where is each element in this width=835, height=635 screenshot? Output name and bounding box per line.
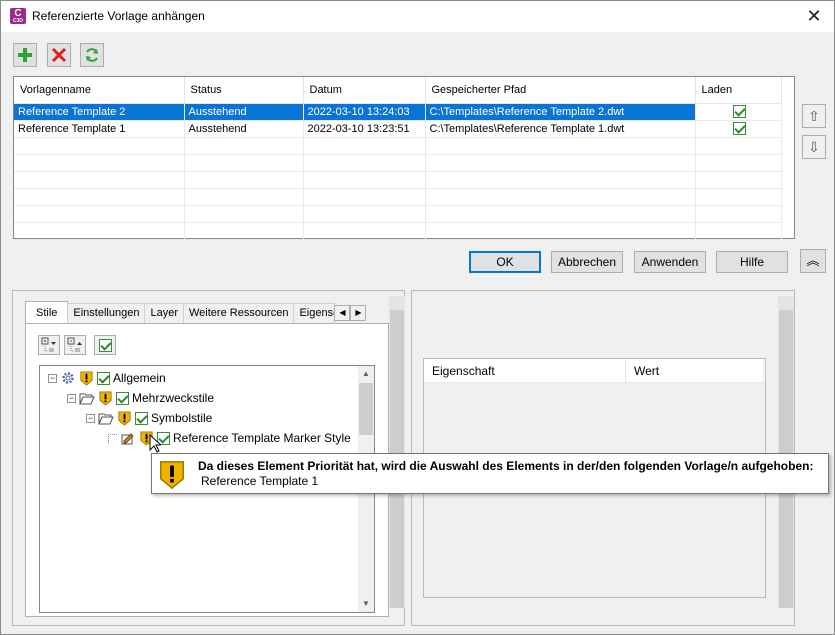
warning-icon (118, 410, 131, 426)
dialog-window: C C3D Referenzierte Vorlage anhängen ✕ Vo… (0, 0, 835, 635)
tree-node-allgemein[interactable]: − Allgemein (48, 369, 169, 387)
move-down-button[interactable]: ⇩ (802, 135, 826, 159)
gear-icon (62, 372, 74, 384)
help-button[interactable]: Hilfe (716, 251, 788, 273)
right-panel-scrollbar[interactable] (778, 296, 794, 608)
table-row-empty (14, 171, 782, 189)
tree-node-symbolstile[interactable]: − Symbolstile (86, 409, 215, 427)
tree-node-label: Reference Template Marker Style (173, 431, 351, 445)
remove-template-button[interactable] (47, 43, 71, 67)
column-header-path[interactable]: Gespeicherter Pfad (425, 77, 696, 104)
column-header-eigenschaft[interactable]: Eigenschaft (424, 359, 626, 382)
left-panel-scrollbar[interactable] (389, 296, 405, 608)
marker-style-icon (121, 433, 134, 445)
column-header-wert[interactable]: Wert (626, 359, 764, 382)
tooltip-message: Da dieses Element Priorität hat, wird di… (198, 459, 814, 473)
column-header-load[interactable]: Laden (695, 77, 782, 104)
tab-scroll-left[interactable]: ◀ (334, 305, 351, 321)
warning-icon (99, 390, 112, 406)
table-row-empty (14, 137, 782, 155)
cancel-button[interactable]: Abbrechen (551, 251, 623, 273)
load-checkbox[interactable] (733, 105, 746, 118)
cell-load (695, 103, 782, 121)
cell-name: Reference Template 1 (14, 120, 185, 138)
move-up-button[interactable]: ⇧ (802, 104, 826, 128)
cell-status: Ausstehend (184, 103, 304, 121)
refresh-icon (86, 48, 98, 62)
refresh-button[interactable] (80, 43, 104, 67)
column-header-date[interactable]: Datum (303, 77, 426, 104)
ok-button[interactable]: OK (469, 251, 541, 273)
cell-date: 2022-03-10 13:24:03 (303, 103, 426, 121)
table-row-empty (14, 188, 782, 206)
templates-table: Vorlagenname Status Datum Gespeicherter … (13, 76, 795, 240)
warning-icon (80, 370, 93, 386)
warning-icon (160, 461, 184, 490)
red-x-icon (51, 47, 67, 63)
close-button[interactable]: ✕ (802, 5, 826, 27)
mouse-cursor-icon (149, 434, 161, 453)
tab-eigenschaften[interactable]: Eigenscha (293, 303, 336, 323)
load-checkbox[interactable] (733, 122, 746, 135)
cell-date: 2022-03-10 13:23:51 (303, 120, 426, 138)
expand-all-button[interactable] (38, 335, 60, 355)
folder-open-icon (79, 393, 95, 405)
cell-path: C:\Templates\Reference Template 2.dwt (425, 103, 696, 121)
tooltip-template-name: Reference Template 1 (201, 474, 319, 488)
folder-open-icon (98, 413, 114, 425)
tree-node-label: Allgemein (113, 371, 166, 385)
scroll-thumb[interactable] (359, 383, 373, 435)
cell-load (695, 120, 782, 138)
title-bar: C C3D Referenzierte Vorlage anhängen ✕ (1, 1, 834, 32)
tab-einstellungen[interactable]: Einstellungen (67, 303, 146, 323)
priority-tooltip: Da dieses Element Priorität hat, wird di… (151, 453, 829, 494)
column-header-status[interactable]: Status (184, 77, 304, 104)
checkbox-icon (98, 338, 112, 352)
check-all-button[interactable] (94, 335, 116, 355)
node-checkbox[interactable] (97, 371, 110, 385)
tab-weitere-ressourcen[interactable]: Weitere Ressourcen (183, 303, 295, 323)
app-icon: C C3D (10, 8, 26, 24)
tree-connector (108, 433, 117, 443)
tree-node-label: Mehrzweckstile (132, 391, 215, 405)
node-checkbox[interactable] (135, 411, 148, 425)
table-row-empty (14, 222, 782, 240)
window-title: Referenzierte Vorlage anhängen (32, 9, 205, 23)
tree-node-label: Symbolstile (151, 411, 213, 425)
table-row-empty (14, 205, 782, 223)
tree-node-marker-style[interactable]: Reference Template Marker Style (108, 429, 354, 447)
add-template-button[interactable] (13, 43, 37, 67)
table-row[interactable]: Reference Template 1 Ausstehend 2022-03-… (14, 120, 782, 138)
expand-tree-icon (41, 337, 56, 352)
node-checkbox[interactable] (116, 391, 129, 405)
tree-node-mehrzweckstile[interactable]: − Mehrzweckstile (67, 389, 217, 407)
collapse-button[interactable]: ︽ (800, 249, 826, 273)
properties-header: Eigenschaft Wert (424, 359, 765, 383)
column-header-name[interactable]: Vorlagenname (14, 77, 185, 104)
expander-icon[interactable]: − (86, 413, 95, 423)
table-row[interactable]: Reference Template 2 Ausstehend 2022-03-… (14, 103, 782, 121)
cell-status: Ausstehend (184, 120, 304, 138)
cell-name: Reference Template 2 (14, 103, 185, 121)
collapse-tree-icon (67, 337, 82, 352)
table-row-empty (14, 154, 782, 172)
plus-icon (18, 48, 32, 62)
collapse-all-button[interactable] (64, 335, 86, 355)
tab-strip: Stile Einstellungen Layer Weitere Ressou… (25, 301, 367, 323)
cell-path: C:\Templates\Reference Template 1.dwt (425, 120, 696, 138)
scroll-up-arrow[interactable]: ▲ (358, 366, 374, 382)
scroll-down-arrow[interactable]: ▼ (358, 596, 374, 612)
expander-icon[interactable]: − (48, 373, 57, 383)
apply-button[interactable]: Anwenden (634, 251, 706, 273)
tab-layer[interactable]: Layer (144, 303, 184, 323)
tab-scroll-right[interactable]: ▶ (350, 305, 367, 321)
tab-stile[interactable]: Stile (25, 301, 69, 323)
expander-icon[interactable]: − (67, 393, 76, 403)
